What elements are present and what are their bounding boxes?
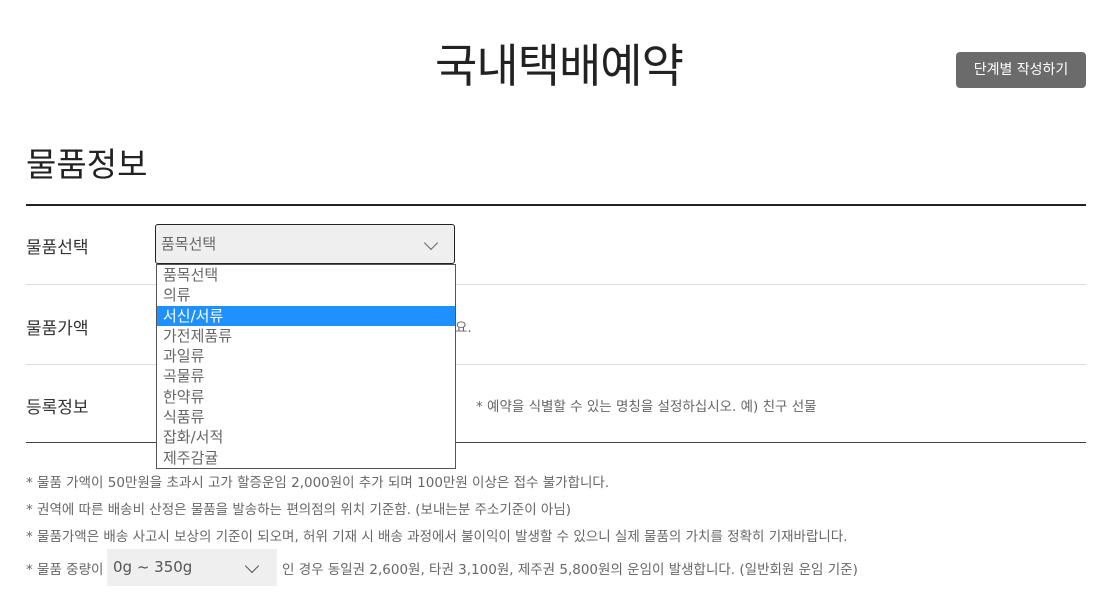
page-title: 국내택배예약 — [435, 39, 684, 93]
chevron-down-icon — [244, 558, 260, 574]
register-info-label: 등록정보 — [26, 398, 89, 418]
dropdown-option[interactable]: 과일류 — [157, 346, 455, 366]
dropdown-option[interactable]: 잡화/서적 — [157, 427, 455, 447]
register-info-hint: * 예약을 식별할 수 있는 명칭을 설정하십시오. 예) 친구 선물 — [476, 399, 817, 415]
item-select-dropdown[interactable]: 품목선택 — [155, 224, 455, 264]
item-select-options-list: 품목선택 의류 서신/서류 가전제품류 과일류 곡물류 한약류 식품류 잡화/서적 제주감귤 — [156, 264, 456, 469]
section-top-divider — [26, 204, 1086, 206]
weight-fee-text: 인 경우 동일권 2,600원, 타권 3,100원, 제주권 5,800원의 … — [282, 562, 858, 578]
item-value-label: 물품가액 — [26, 319, 89, 339]
weight-select-value: 0g ~ 350g — [113, 558, 193, 576]
dropdown-option[interactable]: 곡물류 — [157, 366, 455, 386]
section-title: 물품정보 — [26, 145, 148, 184]
note-line: * 물품 가액이 50만원을 초과시 고가 할증운임 2,000원이 추가 되며… — [26, 475, 610, 491]
item-value-hint: 요. — [455, 320, 472, 336]
dropdown-option[interactable]: 가전제품류 — [157, 326, 455, 346]
item-select-value: 품목선택 — [161, 235, 217, 253]
note-line: * 권역에 따른 배송비 산정은 물품을 발송하는 편의점의 위치 기준함. (… — [26, 502, 572, 518]
weight-select[interactable]: 0g ~ 350g — [107, 549, 277, 586]
item-select-label: 물품선택 — [26, 238, 89, 258]
note-line: * 물품가액은 배송 사고시 보상의 기준이 되오며, 허위 기재 시 배송 과… — [26, 529, 848, 545]
dropdown-option[interactable]: 의류 — [157, 285, 455, 305]
step-write-button[interactable]: 단계별 작성하기 — [956, 52, 1086, 88]
chevron-down-icon — [423, 235, 439, 251]
dropdown-option[interactable]: 품목선택 — [157, 265, 455, 285]
dropdown-option[interactable]: 제주감귤 — [157, 448, 455, 468]
dropdown-option[interactable]: 식품류 — [157, 407, 455, 427]
weight-prefix: * 물품 중량이 — [26, 562, 104, 578]
dropdown-option[interactable]: 서신/서류 — [157, 305, 455, 326]
dropdown-option[interactable]: 한약류 — [157, 387, 455, 407]
